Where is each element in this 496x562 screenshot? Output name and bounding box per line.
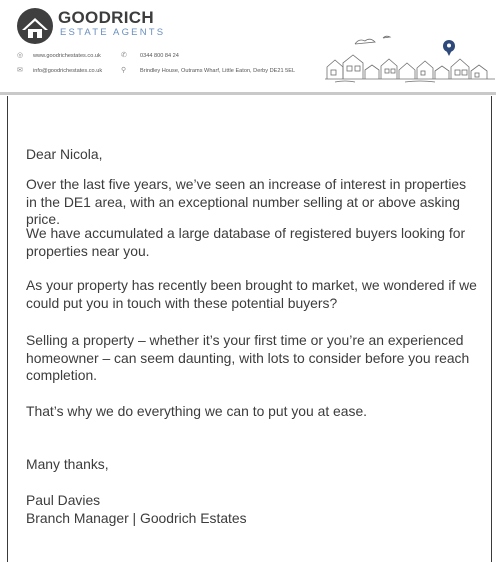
brand-name: GOODRICH [58,8,154,27]
paragraph-selling: Selling a property – whether it’s your f… [26,332,470,383]
salutation: Dear Nicola, [26,146,103,162]
house-skyline-illustration [325,35,495,83]
paragraph-reassurance: That’s why we do everything we can to pu… [26,403,368,419]
office-address: Brindley House, Outrams Wharf, Little Ea… [140,68,296,74]
globe-icon: ◎ [17,52,24,59]
header-divider [0,92,496,95]
phone-icon: ✆ [121,52,127,59]
signature-title: Branch Manager | Goodrich Estates [26,510,247,526]
page-border-left [7,96,8,562]
email-link[interactable]: info@goodrichestates.co.uk [33,68,102,74]
letterhead: GOODRICH ESTATE AGENTS ◎ www.goodrichest… [0,0,496,92]
map-pin-icon [443,40,455,56]
envelope-icon: ✉ [17,67,23,74]
signature-name: Paul Davies [26,492,101,508]
paragraph-introduction: As your property has recently been broug… [26,277,477,311]
house-logo-icon [17,8,53,44]
letter-page: GOODRICH ESTATE AGENTS ◎ www.goodrichest… [0,0,496,562]
paragraph-database: We have accumulated a large database of … [26,225,466,259]
page-border-right [491,96,492,562]
paragraph-interest: Over the last five years, we’ve seen an … [26,176,467,227]
phone-number: 0344 800 84 24 [140,53,179,59]
brand-subtitle: ESTATE AGENTS [60,27,166,38]
website-link[interactable]: www.goodrichestates.co.uk [33,53,101,59]
location-pin-icon: ⚲ [121,67,127,74]
closing: Many thanks, [26,456,109,472]
